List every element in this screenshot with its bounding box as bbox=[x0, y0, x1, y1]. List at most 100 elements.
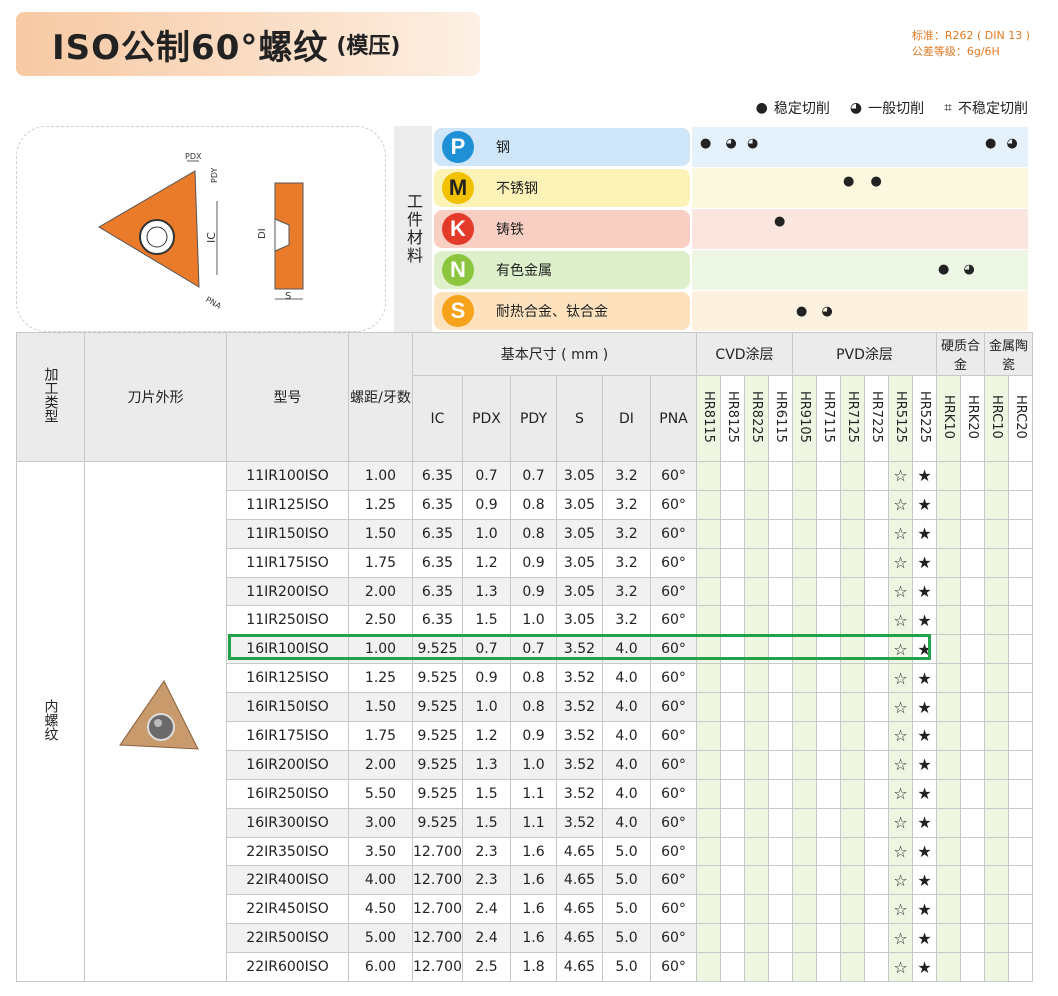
grade-cell bbox=[864, 952, 889, 983]
grade-cell bbox=[768, 489, 793, 520]
cell-model: 16IR150ISO bbox=[226, 692, 349, 723]
grade-cell bbox=[744, 807, 769, 838]
grade-cell bbox=[840, 721, 865, 751]
cell-pna: 60° bbox=[650, 721, 697, 751]
grade-cell bbox=[1008, 836, 1033, 867]
header-model: 型号 bbox=[226, 332, 349, 462]
grade-cell bbox=[768, 778, 793, 809]
grade-cell: ☆ bbox=[888, 663, 913, 694]
solid-star-icon: ★ bbox=[917, 553, 932, 573]
hollow-star-icon: ☆ bbox=[893, 639, 908, 659]
cell-s: 3.05 bbox=[556, 547, 603, 578]
cell-pna: 60° bbox=[650, 894, 697, 925]
header-ic: IC bbox=[412, 375, 463, 462]
header-di: DI bbox=[602, 375, 651, 462]
grade-cell bbox=[696, 836, 721, 867]
cell-pdy: 1.6 bbox=[510, 894, 557, 925]
cell-pdx: 1.3 bbox=[462, 749, 511, 780]
legend-label: 不稳定切削 bbox=[958, 101, 1028, 117]
cell-ic: 9.525 bbox=[412, 692, 463, 723]
solid-star-icon: ★ bbox=[917, 524, 932, 544]
grade-cell bbox=[840, 923, 865, 954]
hollow-star-icon: ☆ bbox=[893, 697, 908, 717]
grade-cell bbox=[768, 952, 793, 983]
grade-cell: ☆ bbox=[888, 461, 913, 491]
cell-pitch: 5.00 bbox=[348, 923, 413, 954]
header-grade: HR5125 bbox=[888, 375, 913, 462]
three-quarter-dot-icon: ◕ bbox=[821, 304, 833, 319]
grade-cell bbox=[696, 605, 721, 636]
grade-cell bbox=[768, 605, 793, 636]
suitability-marks-n: ● ◕ bbox=[938, 262, 975, 277]
pdy-label: PDY bbox=[210, 167, 219, 183]
title-banner: ISO公制60°螺纹 (模压) bbox=[16, 12, 480, 76]
three-quarter-dot-icon: ◕ bbox=[963, 262, 975, 277]
grade-cell bbox=[864, 807, 889, 838]
cell-pdy: 1.6 bbox=[510, 923, 557, 954]
cell-pitch: 1.25 bbox=[348, 489, 413, 520]
cell-pdy: 0.9 bbox=[510, 576, 557, 607]
cell-model: 22IR500ISO bbox=[226, 923, 349, 954]
standard-line: 标准：R262 ( DIN 13 ) bbox=[911, 29, 1030, 42]
material-name: 钢 bbox=[496, 140, 510, 156]
grade-cell bbox=[984, 518, 1009, 549]
workpiece-material-label: 工件材料 bbox=[394, 126, 432, 332]
grade-cell bbox=[816, 605, 841, 636]
cell-pitch: 2.00 bbox=[348, 749, 413, 780]
material-name: 铸铁 bbox=[496, 222, 524, 238]
grade-cell bbox=[720, 634, 745, 665]
three-quarter-dot-icon: ◕ bbox=[746, 136, 759, 151]
header-grade: HR8115 bbox=[696, 375, 721, 462]
three-quarter-dot-icon: ◕ bbox=[725, 136, 737, 151]
cell-pdy: 0.9 bbox=[510, 721, 557, 751]
grade-cell bbox=[720, 778, 745, 809]
grade-cell bbox=[864, 547, 889, 578]
cell-pdx: 0.7 bbox=[462, 634, 511, 665]
material-heat-resistant: S 耐热合金、钛合金 bbox=[434, 292, 690, 330]
grade-cell bbox=[744, 865, 769, 896]
grade-cell bbox=[960, 605, 985, 636]
grade-cell: ☆ bbox=[888, 923, 913, 954]
grade-cell bbox=[744, 778, 769, 809]
grade-cell bbox=[840, 547, 865, 578]
grade-cell bbox=[816, 749, 841, 780]
cell-s: 3.05 bbox=[556, 576, 603, 607]
grade-cell: ☆ bbox=[888, 952, 913, 983]
grade-cell bbox=[768, 836, 793, 867]
grade-cell bbox=[768, 461, 793, 491]
grade-cell bbox=[984, 461, 1009, 491]
cell-pdy: 1.1 bbox=[510, 778, 557, 809]
header-s: S bbox=[556, 375, 603, 462]
full-dot-icon: ● bbox=[796, 304, 808, 319]
insert-photo-icon bbox=[118, 679, 199, 750]
grade-cell bbox=[792, 778, 817, 809]
header-shape: 刀片外形 bbox=[84, 332, 227, 462]
grade-cell bbox=[960, 489, 985, 520]
grade-cell bbox=[744, 461, 769, 491]
cell-pdy: 0.7 bbox=[510, 461, 557, 491]
cell-pdy: 0.8 bbox=[510, 692, 557, 723]
grade-cell bbox=[816, 634, 841, 665]
material-p-icon: P bbox=[442, 131, 474, 163]
material-stainless: M 不锈钢 bbox=[434, 169, 690, 207]
grade-cell bbox=[744, 952, 769, 983]
grade-cell bbox=[744, 663, 769, 694]
grade-cell bbox=[720, 836, 745, 867]
grade-cell bbox=[936, 721, 961, 751]
grade-cell bbox=[792, 836, 817, 867]
cell-model: 16IR250ISO bbox=[226, 778, 349, 809]
grade-cell bbox=[840, 778, 865, 809]
grade-cell: ★ bbox=[912, 605, 937, 636]
grade-cell bbox=[792, 576, 817, 607]
grade-cell bbox=[984, 952, 1009, 983]
cell-di: 3.2 bbox=[602, 489, 651, 520]
grade-cell bbox=[960, 663, 985, 694]
grade-cell bbox=[984, 778, 1009, 809]
grade-cell bbox=[816, 952, 841, 983]
grade-cell: ☆ bbox=[888, 778, 913, 809]
solid-star-icon: ★ bbox=[917, 957, 932, 977]
grade-cell bbox=[792, 605, 817, 636]
cell-pdy: 1.6 bbox=[510, 836, 557, 867]
hollow-star-icon: ☆ bbox=[893, 870, 908, 890]
grade-cell bbox=[696, 634, 721, 665]
